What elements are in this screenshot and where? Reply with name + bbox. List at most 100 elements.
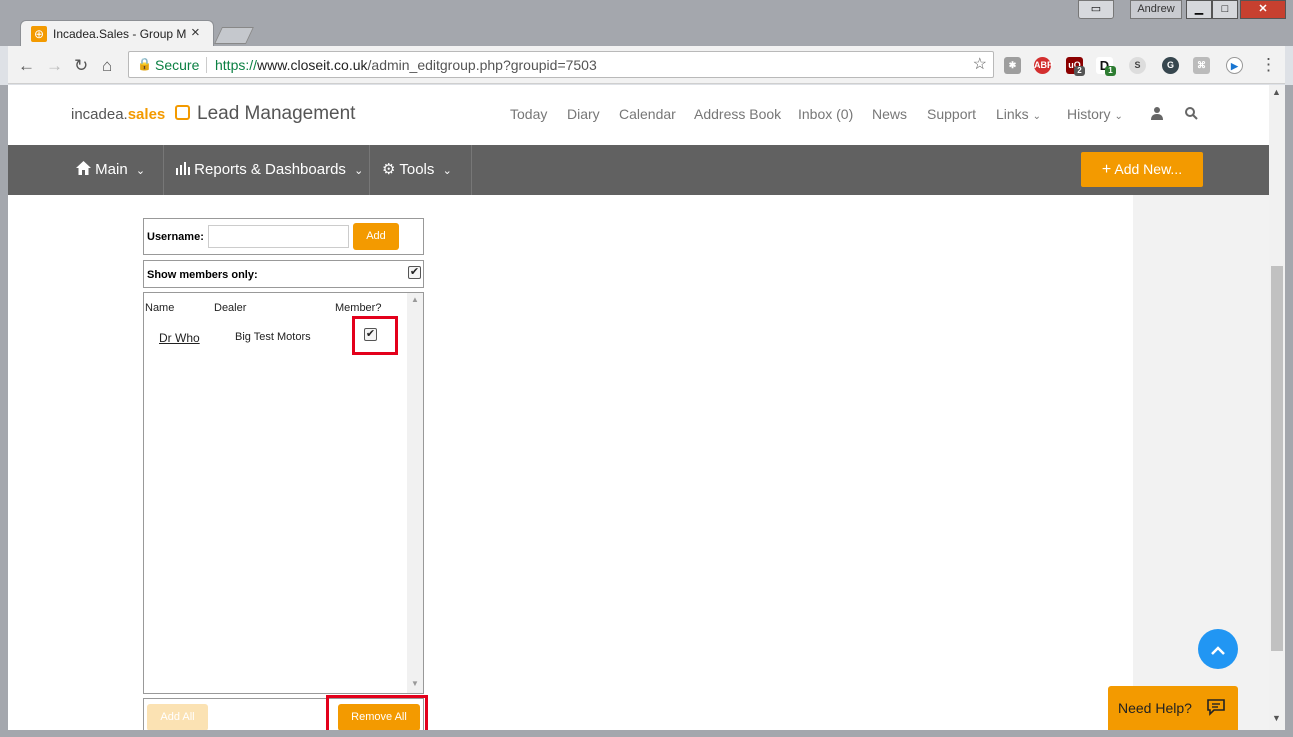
show-members-checkbox[interactable]: ✔ xyxy=(408,266,421,279)
username-label: Username: xyxy=(147,231,204,243)
nav-history-label: History xyxy=(1067,106,1111,122)
need-help-label: Need Help? xyxy=(1118,700,1192,716)
menu-reports[interactable]: Reports & Dashboards ⌄ xyxy=(176,145,363,195)
ublock-badge: 2 xyxy=(1074,66,1085,76)
scroll-down-icon[interactable]: ▼ xyxy=(411,679,419,688)
add-user-button[interactable]: Add xyxy=(353,223,399,250)
add-new-button[interactable]: + Add New... xyxy=(1081,152,1203,187)
menu-icon[interactable]: ⋮ xyxy=(1260,55,1277,75)
url-host: www.closeit.co.uk xyxy=(257,57,368,73)
scroll-up-icon[interactable]: ▲ xyxy=(411,295,419,304)
logo-prefix: incadea. xyxy=(71,106,128,123)
address-bar[interactable]: 🔒 Secure https://www.closeit.co.uk/admin… xyxy=(128,51,994,78)
bookmark-star-icon[interactable]: ☆ xyxy=(973,54,987,74)
site-header: incadea.sales Lead Management Today Diar… xyxy=(8,85,1269,145)
show-members-label: Show members only: xyxy=(147,269,258,281)
app-title: Lead Management xyxy=(197,103,356,124)
close-window-button[interactable]: ✕ xyxy=(1240,0,1286,19)
chevron-down-icon: ⌄ xyxy=(135,165,146,177)
scroll-down-icon[interactable]: ▼ xyxy=(1272,713,1281,723)
window-frame-left xyxy=(0,85,8,737)
tab-title: Incadea.Sales - Group M xyxy=(53,27,187,41)
scroll-to-top-button[interactable] xyxy=(1198,629,1238,669)
url-text[interactable]: https://www.closeit.co.uk/admin_editgrou… xyxy=(215,57,597,73)
chevron-down-icon: ⌄ xyxy=(442,165,452,177)
main-menu-bar: Main ⌄ Reports & Dashboards ⌄ ⚙ Tools ⌄ … xyxy=(8,145,1269,195)
menu-main[interactable]: Main ⌄ xyxy=(76,145,145,195)
nav-links[interactable]: Links ⌄ xyxy=(996,106,1041,122)
scrollbar-thumb[interactable] xyxy=(1271,266,1283,651)
need-help-button[interactable]: Need Help? xyxy=(1108,686,1238,730)
extension-bug-icon[interactable]: ✱ xyxy=(1004,57,1021,74)
tab-close-icon[interactable]: × xyxy=(191,24,200,41)
username-input[interactable] xyxy=(208,225,349,248)
extension-s-icon[interactable]: S xyxy=(1129,57,1146,74)
menu-divider xyxy=(471,145,472,195)
menu-tools[interactable]: ⚙ Tools ⌄ xyxy=(382,145,452,195)
nav-address-book[interactable]: Address Book xyxy=(694,106,781,122)
menu-main-label: Main xyxy=(95,161,128,178)
back-icon[interactable]: ← xyxy=(18,56,35,76)
home-icon[interactable]: ⌂ xyxy=(102,56,112,76)
nav-inbox[interactable]: Inbox (0) xyxy=(798,106,853,122)
show-members-row: Show members only: ✔ xyxy=(143,260,424,288)
nav-links-label: Links xyxy=(996,106,1029,122)
url-protocol: https:// xyxy=(215,57,258,73)
url-path: /admin_editgroup.php?groupid=7503 xyxy=(367,57,597,73)
menu-divider xyxy=(163,145,164,195)
lock-icon: 🔒 xyxy=(137,57,152,71)
column-header-dealer: Dealer xyxy=(214,302,247,314)
scroll-up-icon[interactable]: ▲ xyxy=(1272,87,1281,97)
browser-tab-active[interactable]: ⊕ Incadea.Sales - Group M × xyxy=(20,20,214,46)
pdf-icon[interactable]: ⌘ xyxy=(1193,57,1210,74)
home-icon xyxy=(76,161,91,175)
member-name-link[interactable]: Dr Who xyxy=(159,331,200,345)
nav-news[interactable]: News xyxy=(872,106,907,122)
page-viewport: incadea.sales Lead Management Today Diar… xyxy=(8,85,1269,730)
window-frame-bottom xyxy=(0,730,1293,737)
forward-icon[interactable]: → xyxy=(46,56,63,76)
nav-history[interactable]: History ⌄ xyxy=(1067,106,1123,122)
page-scrollbar[interactable]: ▲ ▼ xyxy=(1269,85,1285,730)
add-all-button[interactable]: Add All xyxy=(147,704,208,730)
omnibox-separator xyxy=(206,57,207,73)
menu-tools-label: Tools xyxy=(399,161,435,178)
cast-icon[interactable]: ▶ xyxy=(1226,57,1243,74)
column-header-member: Member? xyxy=(335,302,382,314)
username-row: Username: Add xyxy=(143,218,424,255)
logo[interactable]: incadea.sales xyxy=(71,106,165,123)
column-header-name: Name xyxy=(145,302,175,314)
plus-icon: + xyxy=(1101,161,1112,178)
menu-divider xyxy=(369,145,370,195)
chevron-down-icon: ⌄ xyxy=(1114,111,1123,122)
bar-chart-icon xyxy=(176,162,190,175)
secure-label: Secure xyxy=(155,57,200,73)
remove-all-highlight xyxy=(326,695,428,730)
adblock-icon[interactable]: ABP xyxy=(1034,57,1053,74)
member-dealer: Big Test Motors xyxy=(235,331,311,343)
maximize-button[interactable]: □ xyxy=(1212,0,1238,19)
chevron-down-icon: ⌄ xyxy=(1032,111,1041,122)
add-new-label: Add New... xyxy=(1114,161,1183,177)
member-checkbox-highlight xyxy=(352,316,398,355)
minimize-button[interactable]: ▁ xyxy=(1186,0,1212,19)
chevron-up-icon xyxy=(1211,646,1225,655)
chevron-down-icon: ⌄ xyxy=(354,165,364,177)
content-area: Username: Add Show members only: ✔ Name … xyxy=(8,195,1133,730)
user-icon[interactable] xyxy=(1150,106,1164,120)
nav-today[interactable]: Today xyxy=(510,106,547,122)
reload-icon[interactable]: ↻ xyxy=(74,56,88,76)
nav-support[interactable]: Support xyxy=(927,106,976,122)
favicon-icon: ⊕ xyxy=(31,26,47,42)
search-icon[interactable] xyxy=(1184,106,1198,120)
extension-g-icon[interactable]: G xyxy=(1162,57,1179,74)
list-scrollbar[interactable]: ▲ ▼ xyxy=(407,293,423,693)
menu-reports-label: Reports & Dashboards xyxy=(194,161,346,178)
nav-diary[interactable]: Diary xyxy=(567,106,600,122)
app-square-icon xyxy=(175,105,190,120)
logo-accent: sales xyxy=(127,106,166,123)
window-switch-icon[interactable]: ▭ xyxy=(1078,0,1114,19)
profile-button[interactable]: Andrew xyxy=(1130,0,1182,19)
nav-calendar[interactable]: Calendar xyxy=(619,106,676,122)
chat-icon xyxy=(1207,699,1225,716)
